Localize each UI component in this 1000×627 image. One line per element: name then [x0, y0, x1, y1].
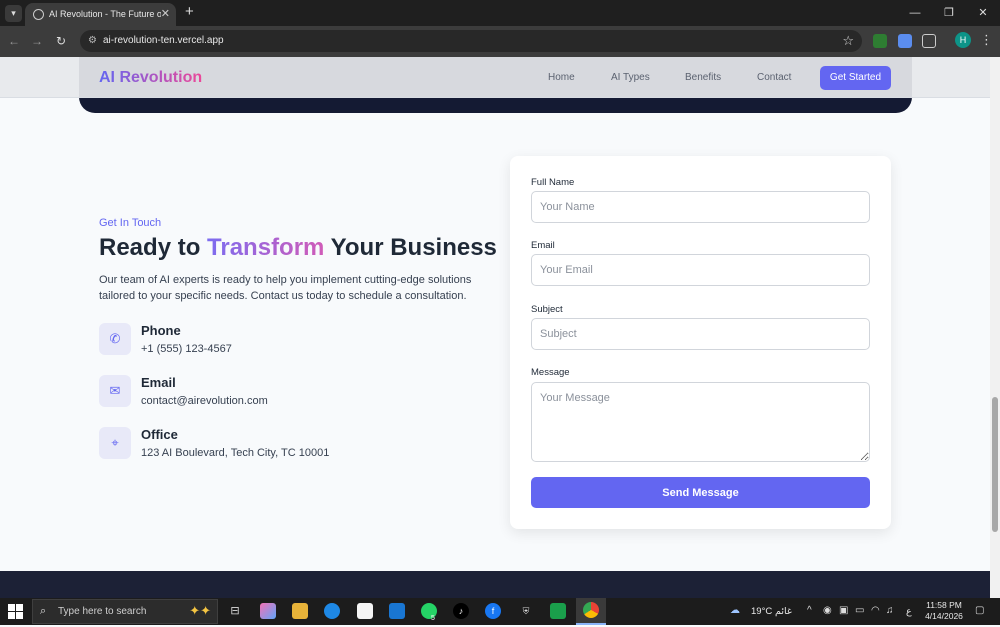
nav-link-ai-types[interactable]: AI Types: [611, 71, 650, 84]
address-bar[interactable]: ⚙ ai-revolution-ten.vercel.app ☆: [80, 30, 862, 52]
whatsapp-icon[interactable]: 5: [421, 603, 437, 622]
clock-time: 11:58 PM: [926, 600, 962, 610]
mail-icon: ✉: [99, 375, 131, 407]
reload-icon[interactable]: ↻: [52, 32, 70, 50]
contact-form: Full Name Email Subject Message Send Mes…: [510, 156, 891, 529]
close-tab-icon[interactable]: ✕: [161, 7, 170, 21]
email-label: Email: [531, 240, 555, 251]
headline-part: Your Business: [324, 234, 497, 261]
tray-record-icon[interactable]: ◉: [823, 605, 832, 617]
browser-tab-active[interactable]: AI Revolution - The Future of AI ✕: [25, 3, 176, 26]
nav-link-contact[interactable]: Contact: [757, 71, 791, 84]
section-intro: Our team of AI experts is ready to help …: [99, 274, 472, 302]
tray-chevron-up-icon[interactable]: ^: [807, 605, 812, 617]
browser-menu-icon[interactable]: ⋮: [980, 32, 993, 48]
map-pin-icon: ⌖: [99, 427, 131, 459]
send-message-button[interactable]: Send Message: [531, 477, 870, 508]
weather-condition[interactable]: غائم: [775, 606, 792, 618]
volume-icon[interactable]: ♫: [886, 605, 894, 617]
minimize-icon[interactable]: —: [898, 0, 932, 26]
contact-item-office: ⌖ Office 123 AI Boulevard, Tech City, TC…: [99, 427, 429, 461]
file-explorer-icon[interactable]: [292, 603, 308, 619]
subject-input[interactable]: [531, 318, 870, 350]
copilot-app-icon[interactable]: [260, 603, 276, 619]
input-language[interactable]: ع: [906, 606, 912, 618]
contact-item-title: Email: [141, 375, 176, 390]
extension-icon[interactable]: [898, 34, 912, 48]
email-input[interactable]: [531, 254, 870, 286]
taskbar-search-placeholder: Type here to search: [58, 606, 147, 617]
browser-toolbar: ← → ↻ ⚙ ai-revolution-ten.vercel.app ☆ H…: [0, 26, 1000, 57]
contact-item-phone: ✆ Phone +1 (555) 123-4567: [99, 323, 429, 357]
footer-band: [0, 571, 990, 598]
site-navbar: AI Revolution Home AI Types Benefits Con…: [0, 57, 990, 98]
contact-item-value: +1 (555) 123-4567: [141, 343, 232, 355]
full-name-input[interactable]: [531, 191, 870, 223]
facebook-icon[interactable]: f: [485, 603, 501, 619]
taskbar-search-box[interactable]: ⌕ Type here to search ✦✦: [32, 599, 218, 624]
microsoft-store-icon[interactable]: [357, 603, 373, 619]
bookmark-star-icon[interactable]: ☆: [842, 33, 854, 49]
window-controls: — ❐ ✕: [898, 0, 1000, 26]
section-eyebrow: Get In Touch: [99, 217, 162, 229]
pycharm-icon[interactable]: [550, 603, 566, 619]
windows-taskbar: ⌕ Type here to search ✦✦ ⊟ 5 ♪ f ⛨ ☁ 19°…: [0, 598, 1000, 625]
contact-item-title: Phone: [141, 323, 181, 338]
subject-label: Subject: [531, 304, 563, 315]
tab-title: AI Revolution - The Future of AI: [49, 9, 161, 19]
browser-tab-bar: ▾ AI Revolution - The Future of AI ✕ + —…: [0, 0, 1000, 26]
copilot-sparkle-icon: ✦✦: [189, 603, 211, 618]
notification-icon[interactable]: ▢: [975, 605, 984, 617]
back-icon[interactable]: ←: [5, 32, 23, 50]
profile-avatar[interactable]: H: [955, 32, 971, 48]
tiktok-icon[interactable]: ♪: [453, 603, 469, 619]
security-shield-icon[interactable]: ⛨: [518, 603, 534, 619]
scrollbar-track[interactable]: [990, 57, 1000, 598]
scrollbar-thumb[interactable]: [992, 397, 998, 532]
nav-link-benefits[interactable]: Benefits: [685, 71, 721, 84]
get-started-button[interactable]: Get Started: [820, 66, 891, 90]
phone-icon: ✆: [99, 323, 131, 355]
site-logo[interactable]: AI Revolution: [99, 68, 202, 88]
battery-icon[interactable]: ▭: [855, 605, 864, 617]
extensions-puzzle-icon[interactable]: [922, 34, 936, 48]
globe-icon: [33, 9, 44, 20]
extension-icon[interactable]: [873, 34, 887, 48]
weather-temp[interactable]: 19°C: [751, 606, 772, 618]
section-headline: Ready to Transform Your Business: [99, 233, 497, 263]
full-name-label: Full Name: [531, 177, 575, 188]
restore-icon[interactable]: ❐: [932, 0, 966, 26]
mail-app-icon[interactable]: [389, 603, 405, 619]
nav-link-home[interactable]: Home: [548, 71, 575, 84]
system-clock[interactable]: 11:58 PM 4/14/2026: [918, 600, 970, 622]
task-view-icon[interactable]: ⊟: [227, 603, 243, 619]
weather-cloud-icon[interactable]: ☁: [730, 605, 740, 617]
url-text: ai-revolution-ten.vercel.app: [103, 35, 224, 46]
chrome-icon: [583, 602, 599, 618]
page-viewport: AI Revolution Home AI Types Benefits Con…: [0, 57, 1000, 598]
edge-browser-icon[interactable]: [324, 603, 340, 619]
close-window-icon[interactable]: ✕: [966, 0, 1000, 26]
tray-app-icon[interactable]: ▣: [839, 605, 848, 617]
new-tab-button[interactable]: +: [185, 4, 194, 20]
wifi-icon[interactable]: ◠: [871, 605, 880, 617]
chrome-taskbar-item[interactable]: [576, 598, 606, 625]
message-label: Message: [531, 367, 570, 378]
search-icon: ⌕: [40, 605, 47, 617]
contact-item-email: ✉ Email contact@airevolution.com: [99, 375, 429, 409]
forward-icon[interactable]: →: [28, 32, 46, 50]
clock-date: 4/14/2026: [925, 611, 963, 621]
contact-item-title: Office: [141, 427, 178, 442]
windows-start-icon[interactable]: [8, 604, 23, 619]
contact-item-value: 123 AI Boulevard, Tech City, TC 10001: [141, 447, 330, 459]
headline-part: Ready to: [99, 234, 208, 261]
tab-search-button[interactable]: ▾: [5, 5, 22, 22]
contact-item-value: contact@airevolution.com: [141, 395, 268, 407]
message-textarea[interactable]: [531, 382, 870, 462]
headline-accent: Transform: [207, 234, 325, 261]
site-info-icon[interactable]: ⚙: [88, 35, 99, 46]
